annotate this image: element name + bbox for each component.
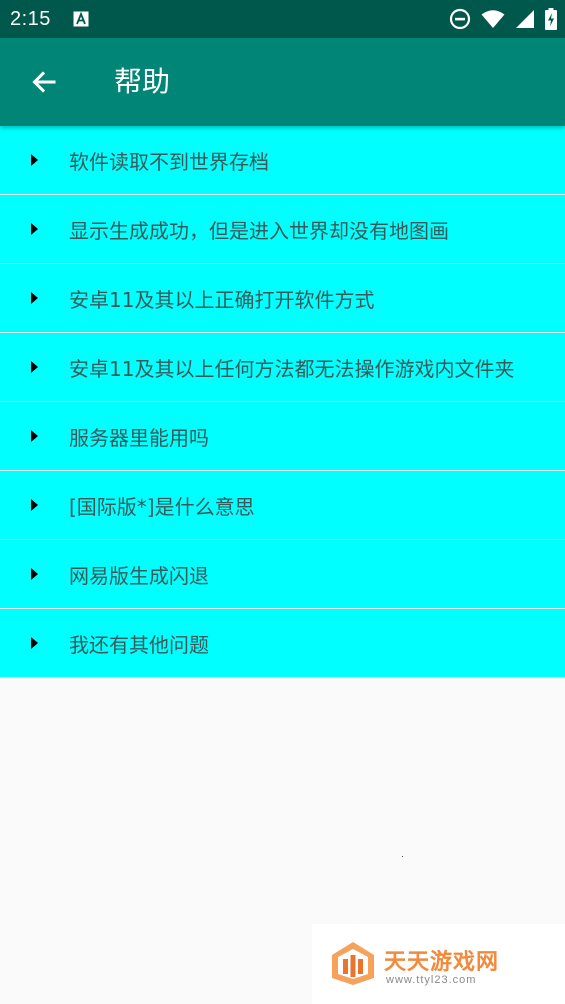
help-item-international[interactable]: [国际版*]是什么意思 [0, 471, 565, 540]
watermark-logo-icon [332, 942, 374, 985]
back-button[interactable] [22, 60, 66, 104]
stray-dot [402, 856, 403, 857]
signal-icon [516, 10, 534, 28]
help-item-no-map[interactable]: 显示生成成功，但是进入世界却没有地图画 [0, 195, 565, 264]
expand-triangle-icon [31, 499, 38, 511]
help-list: 软件读取不到世界存档 显示生成成功，但是进入世界却没有地图画 安卓11及其以上正… [0, 126, 565, 678]
help-item-label: 服务器里能用吗 [69, 425, 209, 450]
arrow-left-icon [32, 71, 56, 93]
page-title: 帮助 [114, 65, 171, 98]
expand-triangle-icon [31, 430, 38, 442]
help-item-label: [国际版*]是什么意思 [69, 494, 255, 519]
expand-triangle-icon [31, 568, 38, 580]
help-item-label: 软件读取不到世界存档 [69, 149, 269, 174]
watermark-title: 天天游戏网 [384, 950, 500, 975]
watermark: 天天游戏网 www.ttyl23.com [312, 924, 565, 1004]
expand-triangle-icon [31, 637, 38, 649]
help-item-netease-crash[interactable]: 网易版生成闪退 [0, 540, 565, 609]
help-item-label: 网易版生成闪退 [69, 563, 209, 588]
help-item-label: 安卓11及其以上任何方法都无法操作游戏内文件夹 [69, 356, 515, 381]
watermark-url: www.ttyl23.com [386, 974, 477, 986]
help-item-android11-open[interactable]: 安卓11及其以上正确打开软件方式 [0, 264, 565, 333]
app-bar: 帮助 [0, 38, 565, 126]
help-item-label: 我还有其他问题 [69, 632, 209, 657]
help-item-other[interactable]: 我还有其他问题 [0, 609, 565, 678]
wifi-icon [481, 10, 505, 28]
expand-triangle-icon [31, 361, 38, 373]
status-time: 2:15 [10, 8, 51, 30]
do-not-disturb-icon [449, 8, 471, 30]
a-notification-icon [73, 11, 89, 27]
expand-triangle-icon [31, 154, 38, 166]
help-item-android11-folder[interactable]: 安卓11及其以上任何方法都无法操作游戏内文件夹 [0, 333, 565, 402]
battery-charging-icon [545, 8, 557, 30]
status-icons [449, 7, 557, 31]
help-item-server[interactable]: 服务器里能用吗 [0, 402, 565, 471]
expand-triangle-icon [31, 292, 38, 304]
help-item-label: 安卓11及其以上正确打开软件方式 [69, 287, 375, 312]
help-item-world-save[interactable]: 软件读取不到世界存档 [0, 126, 565, 195]
expand-triangle-icon [31, 223, 38, 235]
help-item-label: 显示生成成功，但是进入世界却没有地图画 [69, 218, 449, 243]
status-bar: 2:15 [0, 0, 565, 38]
